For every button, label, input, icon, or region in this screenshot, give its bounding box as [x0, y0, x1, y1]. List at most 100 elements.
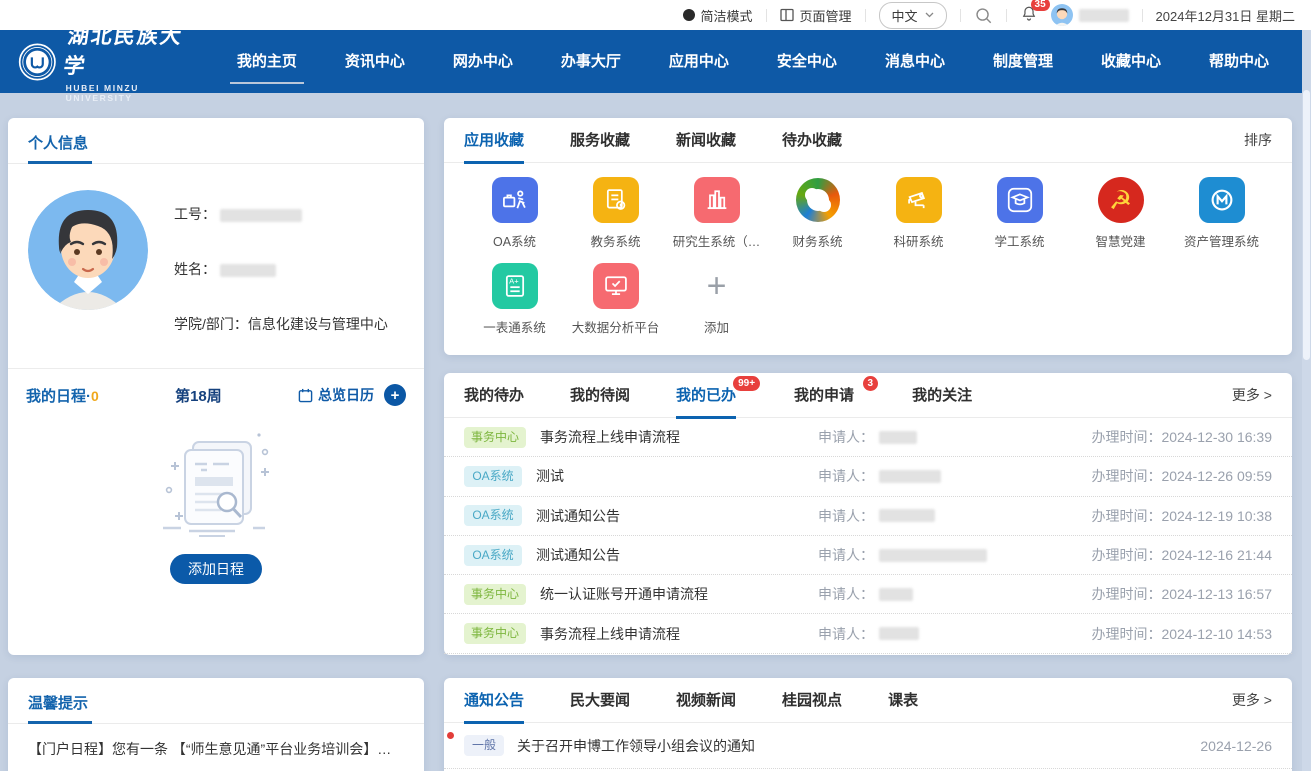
task-row[interactable]: OA系统 测试 申请人： 办理时间：2024-12-26 09:59	[444, 457, 1292, 496]
app-student-affairs[interactable]: 学工系统	[969, 177, 1070, 250]
task-title: 事务流程上线申请流程	[540, 624, 818, 644]
tab-service-favorites[interactable]: 服务收藏	[570, 118, 630, 163]
favorites-tabs: 应用收藏 服务收藏 新闻收藏 待办收藏 排序	[444, 118, 1292, 163]
add-schedule-button[interactable]: 添加日程	[170, 554, 262, 584]
university-name-cn: 湖北民族大学	[61, 20, 191, 80]
task-source-tag: 事务中心	[464, 584, 526, 605]
divider	[865, 9, 866, 22]
tasks-tabs: 我的待办 我的待阅 我的已办 99+ 我的申请 3 我的关注 更多 >	[444, 373, 1292, 418]
task-source-tag: OA系统	[464, 466, 522, 487]
language-selector[interactable]: 中文	[879, 2, 947, 29]
add-schedule-plus-button[interactable]: +	[384, 384, 406, 406]
tab-video-news[interactable]: 视频新闻	[676, 678, 736, 723]
task-source-tag: 事务中心	[464, 427, 526, 448]
nav-item-news-center[interactable]: 资讯中心	[345, 30, 405, 93]
task-applicant: 申请人：	[818, 506, 1030, 526]
notices-tabs: 通知公告 民大要闻 视频新闻 桂园视点 课表 更多 >	[444, 678, 1292, 723]
nav-item-online-center[interactable]: 网办中心	[453, 30, 513, 93]
current-date: 2024年12月31日 星期二	[1156, 6, 1295, 25]
task-applicant: 申请人：	[818, 545, 1030, 565]
user-menu[interactable]	[1051, 4, 1129, 26]
tips-title: 温馨提示	[28, 692, 88, 723]
tips-item[interactable]: 【门户日程】您有一条 【“师生意见通”平台业务培训会】日…	[28, 724, 404, 771]
university-logo[interactable]: 湖北民族大学 HUBEI MINZU UNIVERSITY	[18, 20, 187, 103]
nav-item-my-home[interactable]: 我的主页	[237, 30, 297, 93]
sort-button[interactable]: 排序	[1244, 130, 1272, 150]
nav-menu: 我的主页 资讯中心 网办中心 办事大厅 应用中心 安全中心 消息中心 制度管理 …	[213, 30, 1293, 93]
schedule-actions: 总览日历 +	[298, 384, 406, 406]
nav-item-help-center[interactable]: 帮助中心	[1209, 30, 1269, 93]
notices-more-link[interactable]: 更多 >	[1232, 690, 1272, 710]
university-seal-icon	[18, 39, 57, 85]
tab-notices[interactable]: 通知公告	[464, 678, 524, 723]
task-source-tag: OA系统	[464, 505, 522, 526]
nav-item-favorites-center[interactable]: 收藏中心	[1101, 30, 1161, 93]
empty-schedule-illustration	[141, 424, 291, 542]
nav-item-app-center[interactable]: 应用中心	[669, 30, 729, 93]
app-research-system[interactable]: 科研系统	[868, 177, 969, 250]
app-party-building[interactable]: ☭ 智慧党建	[1070, 177, 1171, 250]
profile-body: 工号： 姓名： 学院/部门：信息化建设与管理中心	[8, 164, 424, 356]
tab-app-favorites[interactable]: 应用收藏	[464, 118, 524, 163]
page-body: 个人信息	[0, 93, 1311, 771]
task-row[interactable]: 事务中心 事务流程上线申请流程 申请人： 办理时间：2024-12-30 16:…	[444, 418, 1292, 457]
task-source-tag: 事务中心	[464, 623, 526, 644]
employee-id-label: 工号：	[174, 206, 216, 222]
applications-count-badge: 3	[863, 376, 879, 391]
language-label: 中文	[892, 6, 918, 25]
app-label: 财务系统	[792, 231, 842, 250]
nav-item-service-hall[interactable]: 办事大厅	[561, 30, 621, 93]
nav-item-policy-management[interactable]: 制度管理	[993, 30, 1053, 93]
tab-campus-view[interactable]: 桂园视点	[782, 678, 842, 723]
app-add-button[interactable]: + 添加	[666, 263, 767, 336]
tab-my-done[interactable]: 我的已办 99+	[676, 373, 736, 418]
page-manage-button[interactable]: 页面管理	[780, 6, 852, 25]
tab-my-to-read[interactable]: 我的待阅	[570, 373, 630, 418]
app-label: 一表通系统	[483, 317, 546, 336]
tab-my-follows[interactable]: 我的关注	[912, 373, 972, 418]
task-row[interactable]: OA系统 测试通知公告 申请人： 办理时间：2024-12-16 21:44	[444, 536, 1292, 575]
app-academic-affairs[interactable]: 教务系统	[565, 177, 666, 250]
tasks-more-link[interactable]: 更多 >	[1232, 385, 1272, 405]
search-icon[interactable]	[974, 6, 993, 25]
applicant-redacted	[879, 470, 941, 483]
app-big-data-platform[interactable]: 大数据分析平台	[565, 263, 666, 336]
party-building-icon: ☭	[1098, 177, 1144, 223]
app-asset-management[interactable]: 资产管理系统	[1171, 177, 1272, 250]
app-graduate-system[interactable]: 研究生系统（…	[666, 177, 767, 250]
tab-university-news[interactable]: 民大要闻	[570, 678, 630, 723]
personal-info-card: 个人信息	[8, 118, 424, 655]
tab-timetable[interactable]: 课表	[888, 678, 918, 723]
task-time: 办理时间：2024-12-16 21:44	[1030, 545, 1272, 565]
task-row[interactable]: 事务中心 统一认证账号开通申请流程 申请人： 办理时间：2024-12-13 1…	[444, 575, 1292, 614]
nav-item-message-center[interactable]: 消息中心	[885, 30, 945, 93]
week-number: 第18周	[175, 385, 222, 406]
app-oa-system[interactable]: OA系统	[464, 177, 565, 250]
calendar-overview-link[interactable]: 总览日历	[298, 385, 374, 405]
task-time: 办理时间：2024-12-13 16:57	[1030, 584, 1272, 604]
tab-my-todo[interactable]: 我的待办	[464, 373, 524, 418]
app-label: 大数据分析平台	[572, 317, 660, 336]
graduate-system-icon	[694, 177, 740, 223]
department-label: 学院/部门：	[174, 316, 248, 332]
notifications-button[interactable]: 35	[1020, 5, 1038, 26]
tab-my-done-label: 我的已办	[676, 387, 736, 404]
simple-mode-toggle[interactable]: 简洁模式	[683, 6, 753, 25]
app-label: 研究生系统（…	[673, 231, 761, 250]
tab-my-applications[interactable]: 我的申请 3	[794, 373, 854, 418]
notice-title: 关于召开申博工作领导小组会议的通知	[517, 736, 1200, 756]
task-title: 事务流程上线申请流程	[540, 427, 818, 447]
scrollbar-thumb[interactable]	[1303, 90, 1310, 360]
app-finance-system[interactable]: 财务系统	[767, 177, 868, 250]
tasks-card: 我的待办 我的待阅 我的已办 99+ 我的申请 3 我的关注 更多 > 事务中心…	[444, 373, 1292, 655]
app-one-form-system[interactable]: A+ 一表通系统	[464, 263, 565, 336]
nav-item-security-center[interactable]: 安全中心	[777, 30, 837, 93]
tab-news-favorites[interactable]: 新闻收藏	[676, 118, 736, 163]
applicant-redacted	[879, 431, 917, 444]
page-scrollbar[interactable]	[1302, 30, 1311, 771]
tab-todo-favorites[interactable]: 待办收藏	[782, 118, 842, 163]
notice-row[interactable]: 一般 关于召开申博工作领导小组会议的通知 2024-12-26	[444, 723, 1292, 769]
task-row[interactable]: OA系统 测试通知公告 申请人： 办理时间：2024-12-19 10:38	[444, 497, 1292, 536]
profile-fields: 工号： 姓名： 学院/部门：信息化建设与管理中心	[174, 190, 388, 334]
task-row[interactable]: 事务中心 事务流程上线申请流程 申请人： 办理时间：2024-12-10 14:…	[444, 614, 1292, 653]
